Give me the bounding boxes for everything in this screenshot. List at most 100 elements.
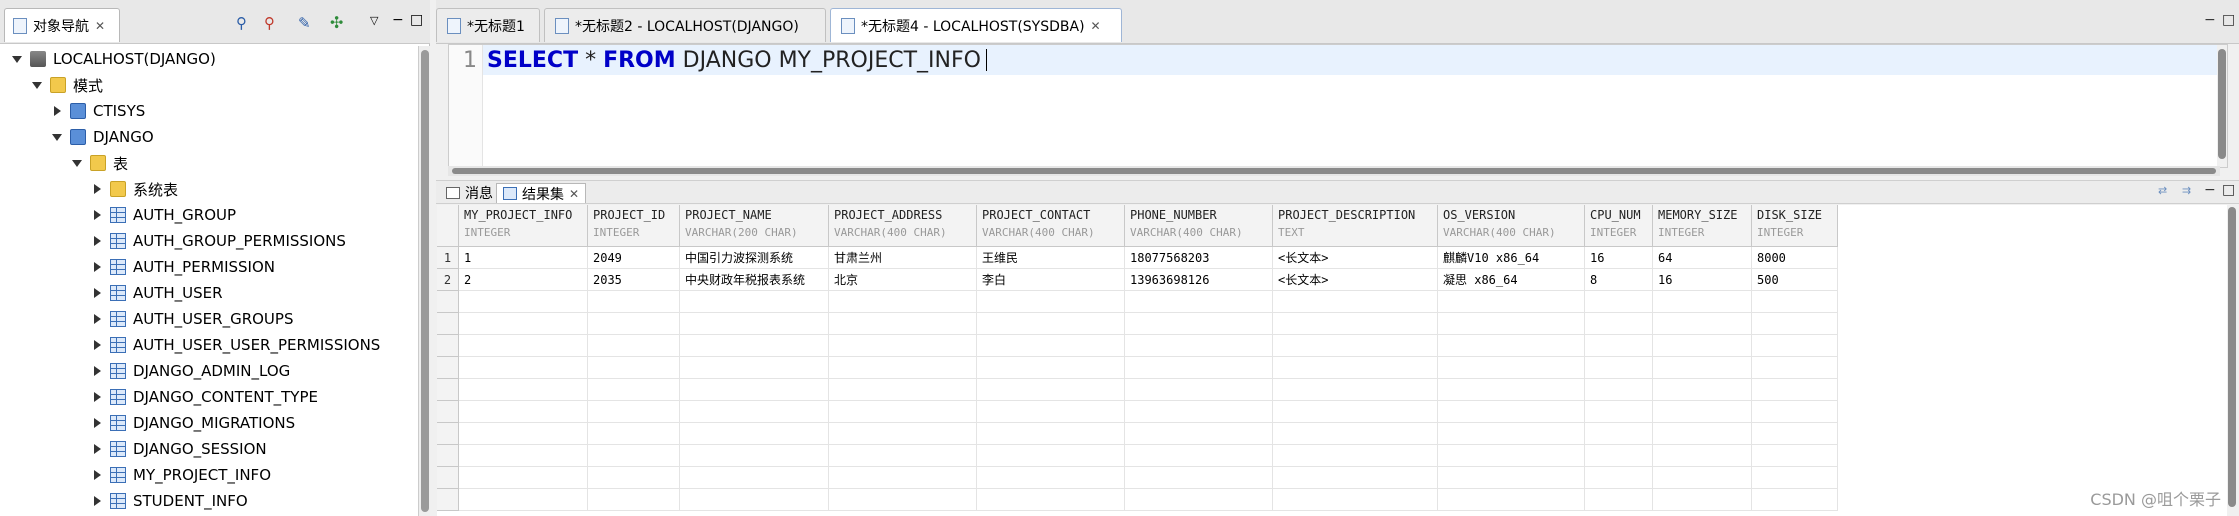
table-cell[interactable]: 16 (1585, 247, 1653, 269)
connect-icon[interactable]: ⚲ (236, 14, 254, 32)
table-cell[interactable]: 凝思 x86_64 (1438, 269, 1585, 291)
tab-untitled-4[interactable]: *无标题4 - LOCALHOST(SYSDBA) ✕ (830, 8, 1122, 42)
maximize-icon[interactable]: □ (410, 12, 428, 30)
table-cell[interactable]: 麒麟V10 x86_64 (1438, 247, 1585, 269)
tree-node-table[interactable]: AUTH_USER_USER_PERMISSIONS (90, 332, 380, 358)
row-number[interactable]: 2 (437, 269, 459, 291)
tree-node-table[interactable]: MY_PROJECT_INFO (90, 462, 271, 488)
tree-node-table[interactable]: STUDENT_INFO (90, 488, 248, 514)
expand-toggle-icon[interactable] (90, 208, 104, 222)
table-cell[interactable]: 北京 (829, 269, 977, 291)
table-cell[interactable]: 64 (1653, 247, 1752, 269)
table-cell[interactable]: <长文本> (1273, 269, 1438, 291)
tree-node-table[interactable]: AUTH_PERMISSION (90, 254, 275, 280)
close-icon[interactable]: ✕ (1091, 19, 1101, 33)
tree-node-schemas[interactable]: 模式 (30, 72, 103, 98)
column-header-phone-number[interactable]: PHONE_NUMBER VARCHAR(400 CHAR) (1125, 205, 1273, 247)
tree-node-ctisys[interactable]: CTISYS (50, 98, 145, 124)
export-icon[interactable]: ⇉ (2182, 184, 2191, 197)
expand-toggle-icon[interactable] (10, 52, 24, 66)
table-cell[interactable]: 1 (459, 247, 588, 269)
grid-vertical-scrollbar-thumb[interactable] (2228, 207, 2236, 507)
expand-toggle-icon[interactable] (90, 494, 104, 508)
close-icon[interactable]: ✕ (95, 19, 105, 33)
expand-toggle-icon[interactable] (30, 78, 44, 92)
column-header-project-id[interactable]: PROJECT_ID INTEGER (588, 205, 680, 247)
expand-toggle-icon[interactable] (90, 234, 104, 248)
table-cell[interactable]: 13963698126 (1125, 269, 1273, 291)
table-cell[interactable]: 8000 (1752, 247, 1838, 269)
table-cell[interactable]: 8 (1585, 269, 1653, 291)
maximize-icon[interactable]: □ (2222, 12, 2235, 28)
minimize-icon[interactable]: − (2204, 12, 2216, 28)
grid-vertical-scrollbar[interactable] (2227, 205, 2237, 516)
editor-vertical-scrollbar[interactable] (2217, 45, 2227, 167)
expand-toggle-icon[interactable] (90, 468, 104, 482)
sql-editor[interactable]: 1 SELECT * FROM DJANGO MY_PROJECT_INFO (448, 44, 2228, 168)
expand-toggle-icon[interactable] (70, 156, 84, 170)
close-icon[interactable]: ✕ (569, 187, 579, 201)
expand-toggle-icon[interactable] (50, 130, 64, 144)
expand-toggle-icon[interactable] (90, 364, 104, 378)
tree-node-table[interactable]: DJANGO_CONTENT_TYPE (90, 384, 318, 410)
column-header-project-address[interactable]: PROJECT_ADDRESS VARCHAR(400 CHAR) (829, 205, 977, 247)
expand-toggle-icon[interactable] (90, 338, 104, 352)
tree-node-table[interactable]: DJANGO_SESSION (90, 436, 267, 462)
tab-untitled-1[interactable]: *无标题1 (436, 8, 540, 42)
expand-toggle-icon[interactable] (90, 416, 104, 430)
tree-node-localhost-django[interactable]: LOCALHOST(DJANGO) (10, 46, 216, 72)
tree-node-table[interactable]: AUTH_USER_GROUPS (90, 306, 293, 332)
maximize-icon[interactable]: □ (2222, 182, 2235, 198)
toggle-icon[interactable]: ⇄ (2158, 184, 2167, 197)
tree-node-table[interactable]: DJANGO_ADMIN_LOG (90, 358, 290, 384)
column-header-project-name[interactable]: PROJECT_NAME VARCHAR(200 CHAR) (680, 205, 829, 247)
expand-toggle-icon[interactable] (90, 182, 104, 196)
tree-node-table[interactable]: AUTH_USER (90, 280, 223, 306)
column-header-cpu-num[interactable]: CPU_NUM INTEGER (1585, 205, 1653, 247)
table-cell[interactable]: 2049 (588, 247, 680, 269)
view-menu-icon[interactable]: ▽ (370, 14, 388, 32)
tab-untitled-2[interactable]: *无标题2 - LOCALHOST(DJANGO) (544, 8, 826, 42)
tree-node-django[interactable]: DJANGO (50, 124, 154, 150)
expand-toggle-icon[interactable] (90, 286, 104, 300)
tree-node-table[interactable]: DJANGO_MIGRATIONS (90, 410, 295, 436)
disconnect-icon[interactable]: ⚲ (264, 14, 282, 32)
table-cell[interactable]: 甘肃兰州 (829, 247, 977, 269)
expand-toggle-icon[interactable] (90, 442, 104, 456)
table-cell[interactable]: 16 (1653, 269, 1752, 291)
minimize-icon[interactable]: − (2204, 182, 2216, 198)
table-cell[interactable]: 500 (1752, 269, 1838, 291)
column-header-project-contact[interactable]: PROJECT_CONTACT VARCHAR(400 CHAR) (977, 205, 1125, 247)
tree-node-tables[interactable]: 表 (70, 150, 128, 176)
expand-toggle-icon[interactable] (90, 312, 104, 326)
tab-messages[interactable]: 消息 (440, 183, 499, 203)
column-header-os-version[interactable]: OS_VERSION VARCHAR(400 CHAR) (1438, 205, 1585, 247)
column-header-disk-size[interactable]: DISK_SIZE INTEGER (1752, 205, 1838, 247)
table-cell[interactable]: 2 (459, 269, 588, 291)
tree-node-table[interactable]: AUTH_GROUP_PERMISSIONS (90, 228, 346, 254)
tab-resultset[interactable]: 结果集 ✕ (496, 183, 587, 203)
table-cell[interactable]: 中央财政年税报表系统 (680, 269, 829, 291)
row-number[interactable]: 1 (437, 247, 459, 269)
minimize-icon[interactable]: − (392, 12, 410, 30)
table-cell[interactable]: 18077568203 (1125, 247, 1273, 269)
table-cell[interactable]: 2035 (588, 269, 680, 291)
tree-node-table[interactable]: AUTH_GROUP (90, 202, 236, 228)
table-cell[interactable]: 中国引力波探测系统 (680, 247, 829, 269)
column-header-project-description[interactable]: PROJECT_DESCRIPTION TEXT (1273, 205, 1438, 247)
nav-scrollbar[interactable] (418, 46, 430, 516)
editor-vertical-scrollbar-thumb[interactable] (2218, 49, 2226, 159)
table-cell[interactable]: 王维民 (977, 247, 1125, 269)
collapse-all-icon[interactable]: ✣ (330, 13, 348, 32)
table-cell[interactable]: 李白 (977, 269, 1125, 291)
grid-corner[interactable] (437, 205, 459, 247)
edit-icon[interactable]: ✎ (298, 14, 316, 32)
tree-node-system-tables[interactable]: 系统表 (90, 176, 178, 202)
table-cell[interactable]: <长文本> (1273, 247, 1438, 269)
expand-toggle-icon[interactable] (90, 260, 104, 274)
expand-toggle-icon[interactable] (50, 104, 64, 118)
column-header-my-project-info[interactable]: MY_PROJECT_INFO INTEGER (459, 205, 588, 247)
sql-code[interactable]: SELECT * FROM DJANGO MY_PROJECT_INFO (487, 48, 987, 73)
editor-horizontal-scrollbar-thumb[interactable] (452, 168, 2216, 174)
editor-horizontal-scrollbar[interactable] (448, 166, 2220, 176)
